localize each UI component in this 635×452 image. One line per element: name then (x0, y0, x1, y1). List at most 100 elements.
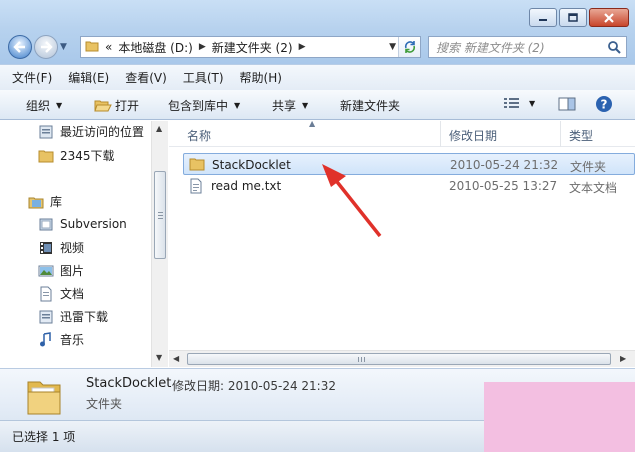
documents-icon (38, 286, 54, 302)
sidebar-item-videos[interactable]: 视频 (38, 239, 84, 256)
help-button[interactable]: ? (595, 95, 613, 113)
menu-view[interactable]: 查看(V) (125, 69, 167, 86)
music-icon (38, 331, 54, 348)
breadcrumb-separator[interactable]: ▶ (199, 42, 206, 52)
share-label: 共享 (272, 99, 297, 113)
new-folder-label: 新建文件夹 (340, 99, 401, 113)
sidebar-item-libraries[interactable]: 库 (28, 193, 62, 210)
window-titlebar: ▼ « 本地磁盘 (D:) ▶ 新建文件夹 (2) ▶ ▼ 搜索 新建文件夹 (… (0, 0, 635, 64)
menu-bar: 文件(F) 编辑(E) 查看(V) 工具(T) 帮助(H) (0, 64, 635, 90)
sidebar-item-music[interactable]: 音乐 (38, 331, 84, 348)
sidebar-item-label: 音乐 (60, 333, 85, 347)
file-list-pane: ▲ 名称 修改日期 类型 StackDocklet 2010-05-24 21:… (169, 121, 635, 367)
menu-file[interactable]: 文件(F) (12, 69, 52, 86)
column-header: ▲ 名称 修改日期 类型 (169, 121, 635, 147)
search-icon[interactable] (607, 40, 621, 57)
maximize-icon (568, 13, 578, 22)
scrollbar-thumb[interactable] (187, 353, 611, 365)
preview-pane-icon (558, 97, 576, 111)
file-modified: 2010-05-24 21:32 (450, 158, 559, 172)
scroll-down-icon[interactable]: ▼ (156, 353, 162, 362)
minimize-icon (539, 18, 547, 21)
refresh-icon (404, 41, 415, 53)
video-icon (38, 240, 54, 256)
scroll-up-icon[interactable]: ▲ (156, 124, 162, 133)
organize-button[interactable]: 组织 ▼ (26, 97, 62, 114)
libraries-icon (28, 194, 44, 210)
file-type: 文本文档 (569, 181, 618, 195)
breadcrumb-folder[interactable]: 新建文件夹 (2) (212, 39, 293, 56)
svg-text:?: ? (601, 98, 608, 112)
scroll-right-icon[interactable]: ▶ (620, 354, 626, 363)
sidebar-item-label: Subversion (60, 217, 127, 231)
sidebar-item-2345-downloads[interactable]: 2345下载 (38, 147, 115, 164)
chevron-down-icon: ▼ (302, 101, 309, 110)
recent-places-icon (38, 124, 54, 140)
file-name: StackDocklet (212, 158, 291, 172)
sidebar-item-recent-places[interactable]: 最近访问的位置 (38, 123, 144, 140)
folder-icon (85, 39, 99, 56)
refresh-button[interactable] (398, 37, 420, 57)
menu-help[interactable]: 帮助(H) (240, 69, 282, 86)
breadcrumb-drive[interactable]: 本地磁盘 (D:) (118, 39, 192, 56)
menu-edit[interactable]: 编辑(E) (68, 69, 109, 86)
search-input[interactable]: 搜索 新建文件夹 (2) (436, 39, 545, 56)
minimize-button[interactable] (529, 8, 557, 27)
share-button[interactable]: 共享 ▼ (272, 97, 308, 114)
include-in-library-button[interactable]: 包含到库中 ▼ (168, 97, 240, 114)
sidebar-item-pictures[interactable]: 图片 (38, 262, 84, 279)
sidebar-item-thunder-downloads[interactable]: 迅雷下载 (38, 308, 108, 325)
forward-arrow-icon (41, 41, 53, 53)
forward-button[interactable] (34, 35, 58, 59)
watermark-overlay (484, 382, 635, 452)
navigation-pane: 最近访问的位置 2345下载 库 Subversion 视频 图片 文档 迅雷下… (0, 121, 168, 367)
column-divider[interactable] (440, 121, 441, 147)
folder-icon (189, 157, 205, 174)
scroll-left-icon[interactable]: ◀ (173, 354, 179, 363)
preview-pane-button[interactable] (558, 97, 576, 111)
file-row-readme[interactable]: read me.txt 2010-05-25 13:27 文本文档 (183, 175, 635, 197)
sidebar-item-subversion[interactable]: Subversion (38, 216, 127, 232)
column-type[interactable]: 类型 (569, 127, 593, 144)
folder-large-icon (24, 372, 64, 421)
navigation-pane-scrollbar[interactable]: ▲ ▼ (151, 121, 168, 367)
new-folder-button[interactable]: 新建文件夹 (340, 97, 400, 114)
sort-ascending-icon: ▲ (309, 121, 316, 128)
command-bar: 组织 ▼ 打开 包含到库中 ▼ 共享 ▼ 新建文件夹 ▼ ? (0, 90, 635, 120)
column-divider[interactable] (560, 121, 561, 147)
sidebar-item-label: 2345下载 (60, 149, 115, 163)
maximize-button[interactable] (559, 8, 587, 27)
file-name: read me.txt (211, 179, 282, 193)
sidebar-item-label: 图片 (60, 264, 85, 278)
details-name: StackDocklet (86, 376, 172, 391)
view-options-button[interactable]: ▼ (503, 97, 535, 109)
address-bar[interactable]: « 本地磁盘 (D:) ▶ 新建文件夹 (2) ▶ ▼ (80, 36, 421, 58)
recent-pages-dropdown[interactable]: ▼ (60, 42, 70, 52)
address-dropdown[interactable]: ▼ (389, 42, 396, 52)
address-overflow[interactable]: « (105, 40, 112, 54)
back-button[interactable] (8, 35, 32, 59)
chevron-down-icon: ▼ (234, 101, 241, 110)
search-box[interactable]: 搜索 新建文件夹 (2) (428, 36, 627, 58)
file-list-horizontal-scrollbar[interactable]: ◀ ▶ (169, 350, 635, 367)
scrollbar-thumb[interactable] (154, 171, 166, 259)
breadcrumb-separator[interactable]: ▶ (299, 42, 306, 52)
sidebar-item-label: 视频 (60, 241, 85, 255)
open-button[interactable]: 打开 (94, 97, 139, 114)
view-list-icon (504, 98, 519, 108)
grip-icon (358, 357, 367, 362)
close-button[interactable] (589, 8, 629, 27)
close-icon (604, 12, 614, 23)
menu-tools[interactable]: 工具(T) (183, 69, 224, 86)
organize-label: 组织 (26, 99, 51, 113)
window-controls (527, 8, 629, 27)
text-file-icon (188, 178, 204, 197)
status-text: 已选择 1 项 (12, 430, 76, 444)
open-folder-icon (94, 100, 112, 111)
column-modified[interactable]: 修改日期 (449, 127, 497, 144)
pictures-icon (38, 263, 54, 279)
sidebar-item-documents[interactable]: 文档 (38, 285, 84, 302)
file-row-stackdocklet[interactable]: StackDocklet 2010-05-24 21:32 文件夹 (183, 153, 635, 175)
column-name[interactable]: 名称 (187, 127, 211, 144)
details-modified: 修改日期: 2010-05-24 21:32 (172, 379, 336, 393)
